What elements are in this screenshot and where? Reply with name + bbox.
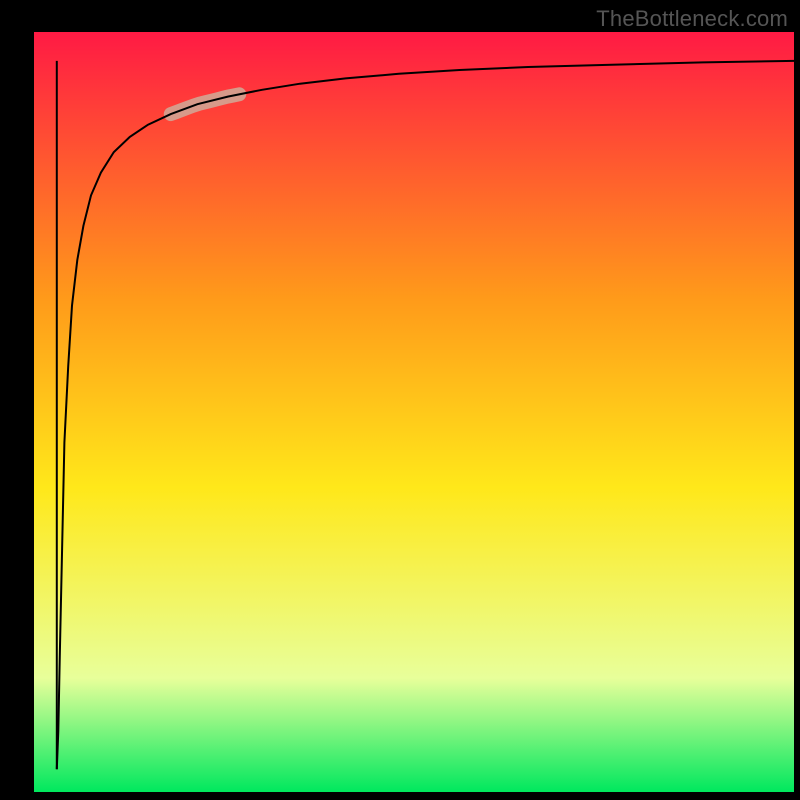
watermark-text: TheBottleneck.com (596, 6, 788, 32)
plot-area (34, 32, 794, 792)
chart-frame: TheBottleneck.com (0, 0, 800, 800)
chart-svg (34, 32, 794, 792)
gradient-background (34, 32, 794, 792)
